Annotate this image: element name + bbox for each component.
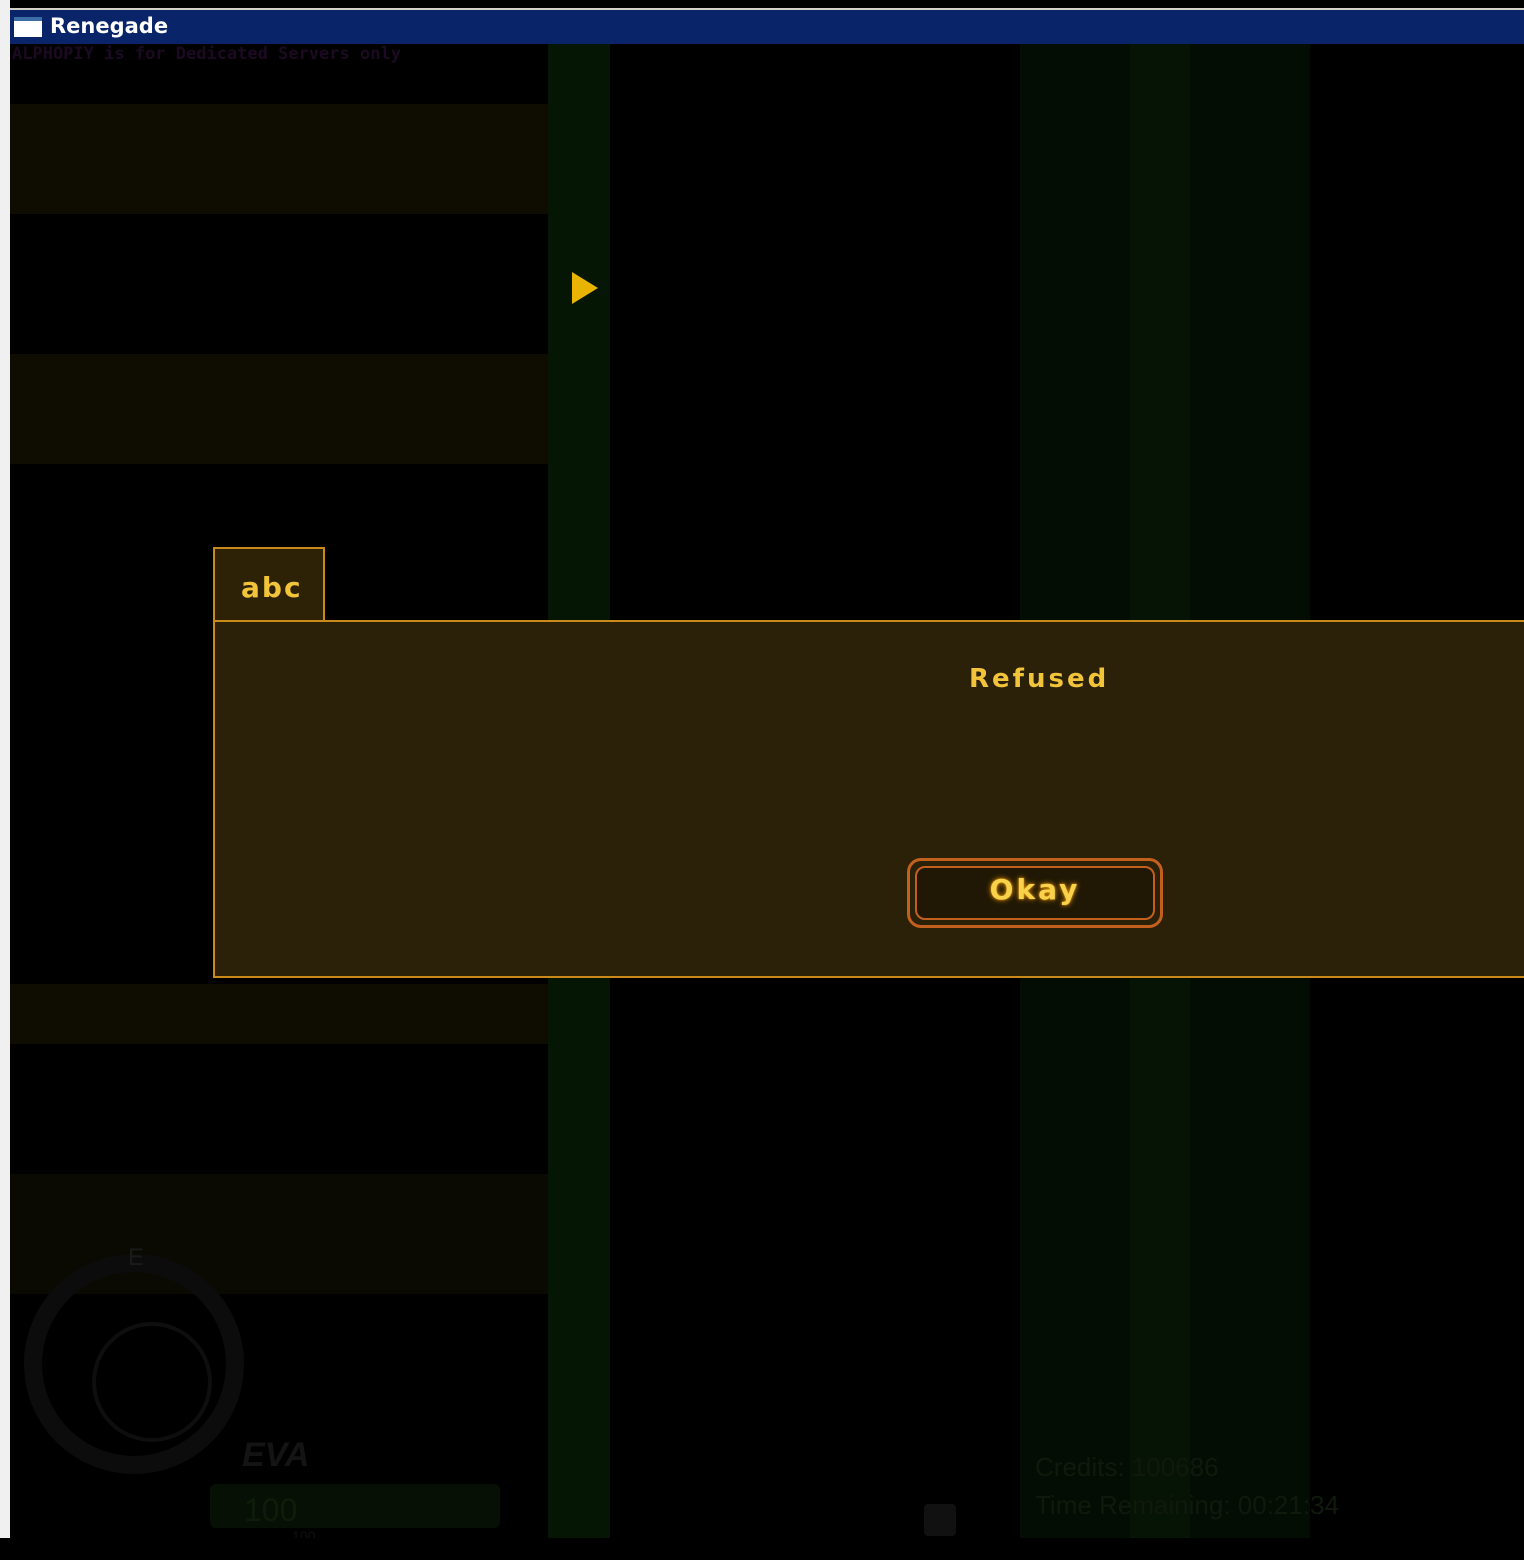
window-title: Renegade: [50, 14, 169, 38]
hud-compass: [24, 1254, 244, 1474]
time-remaining-text: Time Remaining: 00:21:34: [1035, 1490, 1339, 1520]
scene-band: [10, 104, 550, 214]
dialog-tab-label: abc: [241, 571, 303, 604]
bottom-strip: [0, 1538, 1524, 1560]
okay-button[interactable]: Okay: [907, 858, 1163, 928]
credits-text: Credits: 100686: [1035, 1452, 1219, 1482]
radar-icon: [924, 1504, 956, 1536]
game-window: Renegade ALPHOPIY is for Dedicated Serve…: [0, 0, 1524, 1560]
dialog-panel: Refused Okay: [213, 620, 1524, 978]
compass-heading-letter: E: [128, 1244, 145, 1271]
title-bar[interactable]: Renegade: [10, 8, 1524, 44]
dialog-tab: abc: [213, 547, 325, 621]
dialog-message: Refused: [969, 664, 1110, 694]
compass-ring: [92, 1322, 212, 1442]
game-viewport[interactable]: ALPHOPIY is for Dedicated Servers only E…: [10, 44, 1524, 1538]
console-message: ALPHOPIY is for Dedicated Servers only: [12, 44, 401, 64]
window-left-edge: [0, 0, 10, 1560]
eva-logo: EVA: [242, 1436, 310, 1474]
mouse-cursor-icon: [572, 272, 598, 304]
scene-band: [10, 354, 550, 464]
window-icon: [14, 17, 42, 37]
scene-band: [10, 984, 550, 1044]
okay-button-label: Okay: [989, 873, 1081, 906]
health-value-small: 100: [292, 1528, 316, 1538]
health-value: 100: [244, 1492, 298, 1528]
